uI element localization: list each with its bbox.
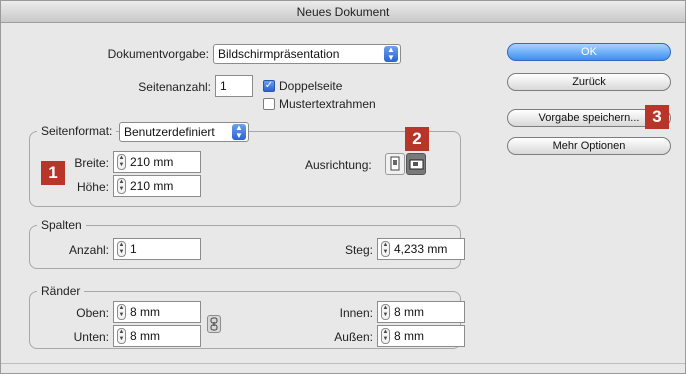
facing-pages-checkbox[interactable]: ✓ xyxy=(263,80,275,92)
stepper-icon[interactable]: ▲ ▼ xyxy=(117,241,126,257)
top-margin-label: Oben: xyxy=(76,306,109,320)
new-document-dialog: Neues Dokument Dokumentvorgabe: Bildschi… xyxy=(0,0,686,374)
back-button[interactable]: Zurück xyxy=(507,73,671,91)
stepper-icon[interactable]: ▲ ▼ xyxy=(381,304,390,320)
annotation-badge-1: 1 xyxy=(41,161,65,185)
orientation-label: Ausrichtung: xyxy=(305,158,372,172)
select-arrows-icon: ▲ ▼ xyxy=(384,46,398,62)
annotation-badge-3: 3 xyxy=(645,105,669,129)
preset-select-value: Bildschirmpräsentation xyxy=(218,47,340,61)
facing-pages-label: Doppelseite xyxy=(279,79,343,93)
inside-margin-value: 8 mm xyxy=(394,305,424,319)
master-text-frame-checkbox[interactable] xyxy=(263,98,275,110)
stepper-icon[interactable]: ▲ ▼ xyxy=(117,178,126,194)
bottom-margin-value: 8 mm xyxy=(130,329,160,343)
preset-label: Dokumentvorgabe: xyxy=(107,47,209,61)
master-text-frame-label: Mustertextrahmen xyxy=(279,97,376,111)
preset-select[interactable]: Bildschirmpräsentation ▲ ▼ xyxy=(213,44,401,64)
height-field[interactable]: ▲ ▼ 210 mm xyxy=(113,175,201,197)
outside-margin-label: Außen: xyxy=(334,330,373,344)
page-format-select[interactable]: Benutzerdefiniert ▲ ▼ xyxy=(119,122,249,142)
divider xyxy=(1,363,685,364)
width-label: Breite: xyxy=(74,156,109,170)
outside-margin-value: 8 mm xyxy=(394,329,424,343)
pages-label: Seitenanzahl: xyxy=(138,80,211,94)
outside-margin-field[interactable]: ▲ ▼ 8 mm xyxy=(377,325,465,347)
stepper-icon[interactable]: ▲ ▼ xyxy=(381,328,390,344)
width-field[interactable]: ▲ ▼ 210 mm xyxy=(113,151,201,173)
top-margin-value: 8 mm xyxy=(130,305,160,319)
inside-margin-field[interactable]: ▲ ▼ 8 mm xyxy=(377,301,465,323)
page-format-select-value: Benutzerdefiniert xyxy=(124,125,215,139)
stepper-icon[interactable]: ▲ ▼ xyxy=(381,241,390,257)
columns-count-label: Anzahl: xyxy=(68,243,109,257)
columns-count-field[interactable]: ▲ ▼ 1 xyxy=(113,238,201,260)
bottom-margin-field[interactable]: ▲ ▼ 8 mm xyxy=(113,325,201,347)
height-value: 210 mm xyxy=(130,179,174,193)
gutter-field[interactable]: ▲ ▼ 4,233 mm xyxy=(377,238,465,260)
annotation-badge-2: 2 xyxy=(405,127,429,151)
margins-title: Ränder xyxy=(37,283,85,299)
ok-button[interactable]: OK xyxy=(507,43,671,61)
portrait-orientation-icon[interactable] xyxy=(385,153,405,175)
stepper-icon[interactable]: ▲ ▼ xyxy=(117,328,126,344)
top-margin-field[interactable]: ▲ ▼ 8 mm xyxy=(113,301,201,323)
gutter-value: 4,233 mm xyxy=(394,242,448,256)
window-title: Neues Dokument xyxy=(1,1,685,23)
width-value: 210 mm xyxy=(130,155,174,169)
stepper-icon[interactable]: ▲ ▼ xyxy=(117,304,126,320)
link-margins-icon[interactable] xyxy=(207,315,221,333)
landscape-orientation-icon[interactable] xyxy=(406,153,426,175)
inside-margin-label: Innen: xyxy=(339,306,373,320)
columns-count-value: 1 xyxy=(130,242,137,256)
gutter-label: Steg: xyxy=(344,243,373,257)
page-format-label: Seitenformat: xyxy=(37,123,117,139)
height-label: Höhe: xyxy=(76,180,109,194)
stepper-icon[interactable]: ▲ ▼ xyxy=(117,154,126,170)
pages-input[interactable]: 1 xyxy=(215,75,253,97)
more-options-button[interactable]: Mehr Optionen xyxy=(507,137,671,155)
bottom-margin-label: Unten: xyxy=(73,330,109,344)
columns-title: Spalten xyxy=(37,217,86,233)
select-arrows-icon: ▲ ▼ xyxy=(232,124,246,140)
